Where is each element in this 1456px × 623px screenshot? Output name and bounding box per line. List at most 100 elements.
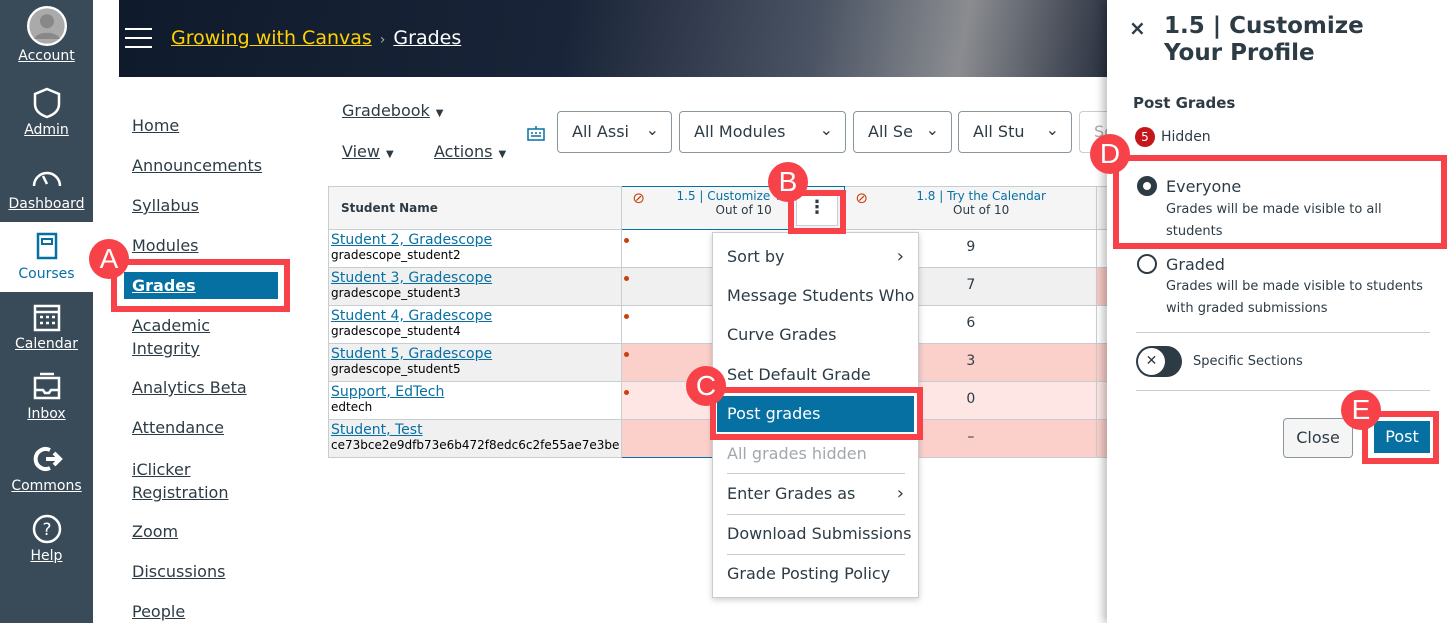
menu-item-message-students[interactable]: Message Students Who (713, 278, 918, 314)
course-nav-analytics[interactable]: Analytics Beta (132, 376, 247, 399)
global-nav-account[interactable]: Account (0, 6, 93, 64)
inbox-icon (33, 372, 60, 400)
help-icon: ? (32, 514, 61, 544)
close-button[interactable]: Close (1283, 418, 1353, 458)
course-nav-discussions[interactable]: Discussions (132, 560, 225, 583)
hidden-eye-icon: ⊘ (855, 189, 868, 207)
menu-item-grade-posting-policy[interactable]: Grade Posting Policy (713, 556, 918, 592)
chevron-down-icon: ⌄ (1045, 120, 1059, 139)
course-nav-zoom[interactable]: Zoom (132, 520, 178, 543)
breadcrumb-separator-icon: › (379, 32, 386, 48)
module-filter[interactable]: All Modules ⌄ (679, 111, 846, 153)
assignment-header-1-8[interactable]: ⊘ 1.8 | Try the Calendar Out of 10 (844, 186, 1098, 230)
menu-item-enter-grades-as[interactable]: Enter Grades as › (713, 476, 918, 512)
student-login: gradescope_student4 (331, 324, 461, 338)
student-login: ce73bce2e9dfb73e6b472f8edc6c2fe55ae7e3be (331, 438, 620, 452)
commons-icon (33, 447, 63, 471)
student-login: gradescope_student5 (331, 362, 461, 376)
caret-down-icon: ▼ (385, 149, 394, 160)
student-name-header[interactable]: Student Name (327, 186, 623, 230)
avatar-icon (26, 6, 67, 46)
student-link[interactable]: Student 2, Gradescope (331, 232, 619, 248)
assignment-group-filter[interactable]: All Assi ⌄ (557, 111, 672, 153)
view-label: View (342, 142, 380, 161)
gradebook-label: Gradebook (342, 101, 430, 120)
course-nav-iclicker[interactable]: iClicker Registration (132, 458, 232, 504)
course-nav-academic-integrity[interactable]: Academic Integrity (132, 314, 222, 360)
callout-badge-c: C (686, 366, 726, 406)
global-nav-admin[interactable]: Admin (0, 86, 93, 138)
svg-text:?: ? (42, 520, 51, 540)
menu-item-label: Enter Grades as (727, 484, 856, 503)
filter-value: All Se (868, 122, 913, 141)
callout-box-a (111, 259, 290, 312)
filter-value: All Modules (694, 122, 786, 141)
student-link[interactable]: Support, EdTech (331, 384, 619, 400)
menu-divider (727, 554, 905, 555)
global-nav-courses[interactable]: Courses (0, 222, 93, 292)
keyboard-shortcuts-icon[interactable] (527, 125, 545, 141)
x-icon: ✕ (1138, 348, 1165, 375)
unposted-dot-icon (624, 238, 630, 243)
calendar-icon (33, 304, 60, 332)
callout-box-c (710, 387, 923, 440)
section-filter[interactable]: All Se ⌄ (853, 111, 952, 153)
student-group-filter[interactable]: All Stu ⌄ (958, 111, 1072, 153)
unposted-dot-icon (624, 276, 630, 281)
course-header: Growing with Canvas › Grades (119, 0, 1107, 77)
course-nav-home[interactable]: Home (132, 114, 179, 137)
post-grades-heading: Post Grades (1133, 94, 1236, 112)
global-nav-dashboard[interactable]: Dashboard (0, 160, 93, 212)
course-nav-announcements[interactable]: Announcements (132, 154, 262, 177)
menu-item-all-grades-hidden: All grades hidden (727, 444, 867, 463)
graded-radio[interactable] (1137, 254, 1157, 274)
course-nav-modules[interactable]: Modules (132, 234, 199, 257)
chevron-down-icon: ⌄ (645, 120, 659, 139)
menu-item-label: Sort by (727, 247, 785, 266)
chevron-right-icon: › (896, 483, 904, 504)
student-link[interactable]: Student 5, Gradescope (331, 346, 619, 362)
student-login: gradescope_student2 (331, 248, 461, 262)
view-menu[interactable]: View ▼ (342, 142, 394, 161)
unposted-dot-icon (624, 352, 630, 357)
menu-item-sort-by[interactable]: Sort by › (713, 239, 918, 275)
hidden-eye-icon: ⊘ (632, 189, 645, 207)
menu-item-curve-grades[interactable]: Curve Grades (713, 317, 918, 353)
chevron-right-icon: › (896, 246, 904, 267)
chevron-down-icon: ⌄ (819, 120, 833, 139)
breadcrumb-current[interactable]: Grades (393, 27, 461, 49)
hamburger-menu-icon[interactable] (125, 28, 152, 48)
chevron-down-icon: ⌄ (925, 120, 939, 139)
specific-sections-toggle[interactable]: ✕ (1136, 346, 1182, 377)
menu-item-download-submissions[interactable]: Download Submissions (713, 516, 918, 552)
course-nav-syllabus[interactable]: Syllabus (132, 194, 199, 217)
gradebook-menu[interactable]: Gradebook ▼ (342, 101, 443, 120)
student-link[interactable]: Student 4, Gradescope (331, 308, 619, 324)
actions-label: Actions (434, 142, 493, 161)
menu-divider (727, 473, 905, 474)
student-login: edtech (331, 400, 373, 414)
divider (1136, 390, 1430, 391)
graded-label: Graded (1166, 255, 1225, 274)
student-link[interactable]: Student, Test (331, 422, 619, 438)
caret-down-icon: ▼ (435, 108, 444, 119)
course-nav-attendance[interactable]: Attendance (132, 416, 224, 439)
global-nav-commons[interactable]: Commons (0, 442, 93, 494)
global-nav-inbox[interactable]: Inbox (0, 370, 93, 422)
global-nav-calendar[interactable]: Calendar (0, 300, 93, 352)
callout-box-d (1113, 155, 1447, 249)
caret-down-icon: ▼ (498, 149, 507, 160)
divider (1136, 332, 1430, 333)
unposted-dot-icon (624, 390, 630, 395)
global-nav-help[interactable]: ? Help (0, 512, 93, 564)
tray-title: 1.5 | Customize Your Profile (1164, 13, 1364, 66)
filter-value: All Assi (572, 122, 629, 141)
close-icon[interactable]: × (1129, 16, 1146, 40)
global-nav: Account Admin Dashboard Courses Calendar… (0, 0, 93, 623)
menu-divider (727, 514, 905, 515)
student-link[interactable]: Student 3, Gradescope (331, 270, 619, 286)
course-nav-people[interactable]: People (132, 600, 185, 623)
actions-menu[interactable]: Actions ▼ (434, 142, 506, 161)
breadcrumb-course-link[interactable]: Growing with Canvas (171, 27, 372, 49)
callout-badge-e: E (1341, 390, 1381, 430)
